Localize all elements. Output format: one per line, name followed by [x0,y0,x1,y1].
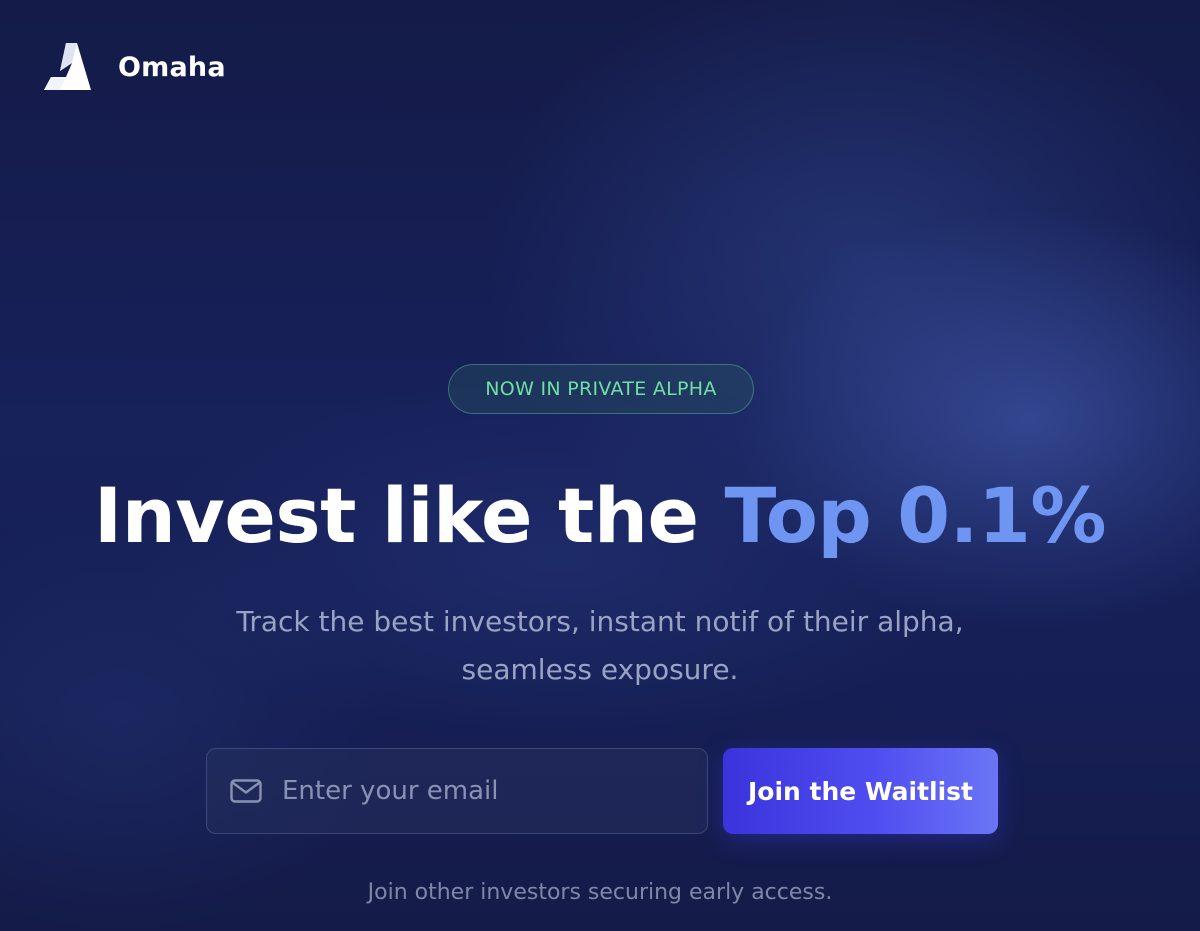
join-waitlist-button[interactable]: Join the Waitlist [723,748,998,834]
signup-footnote: Join other investors securing early acce… [367,880,833,905]
email-field[interactable] [206,748,708,834]
headline-text: Invest like the [93,471,725,560]
email-input[interactable] [280,760,707,822]
brand-name: Omaha [118,51,226,83]
page-title: Invest like the Top 0.1% [0,470,1200,562]
brand-link[interactable]: Omaha [42,40,226,94]
omaha-logo-icon [44,43,91,90]
status-badge-label: NOW IN PRIVATE ALPHA [485,378,717,400]
mail-icon [230,779,262,803]
headline-accent: Top 0.1% [724,471,1107,560]
status-badge: NOW IN PRIVATE ALPHA [448,364,754,414]
page-subtitle: Track the best investors, instant notif … [236,605,964,686]
